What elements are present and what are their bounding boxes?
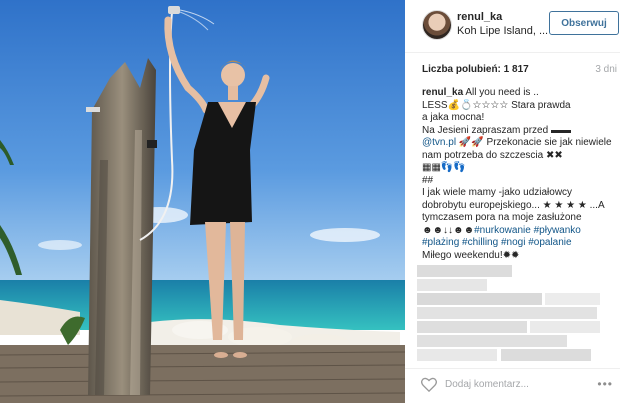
- caption-line: ##: [422, 174, 434, 186]
- likes-count[interactable]: Liczba polubień: 1 817: [422, 64, 529, 75]
- post-footer: Dodaj komentarz... •••: [405, 368, 620, 404]
- caption-line: nam potrzeba do szczescia ✖✖: [422, 149, 563, 161]
- username-link[interactable]: renul_ka: [457, 11, 502, 23]
- caption-username[interactable]: renul_ka: [422, 87, 463, 98]
- heart-outline-icon[interactable]: [421, 377, 437, 397]
- caption-line: tymczasem pora na moje zasłużone: [422, 212, 582, 223]
- hashtag-link[interactable]: #pływanko: [534, 225, 581, 236]
- post-photo[interactable]: [0, 0, 405, 403]
- more-options-icon[interactable]: •••: [597, 377, 613, 391]
- hashtag-link[interactable]: #chilling: [462, 237, 498, 248]
- hashtag-link[interactable]: #plażing: [422, 237, 459, 248]
- hashtag-link[interactable]: #nogi: [501, 237, 525, 248]
- location-link[interactable]: Koh Lipe Island, ...: [457, 25, 548, 37]
- post-header: renul_ka Koh Lipe Island, ... Obserwuj: [405, 0, 620, 53]
- post-caption: renul_ka All you need is .. LESS💰💍☆☆☆☆ S…: [422, 87, 612, 262]
- comment-input[interactable]: Dodaj komentarz...: [445, 379, 529, 390]
- caption-line: I jak wiele mamy -jako udziałowcy: [422, 187, 573, 198]
- follow-button[interactable]: Obserwuj: [549, 11, 619, 35]
- hashtag-link[interactable]: #opalanie: [528, 237, 571, 248]
- post-time[interactable]: 3 dni: [595, 64, 617, 75]
- caption-line: LESS💰💍☆☆☆☆ Stara prawda: [422, 99, 571, 111]
- caption-line: Na Jesieni zapraszam przed ▬▬: [422, 124, 571, 136]
- caption-line: All you need is ..: [465, 87, 539, 98]
- hashtag-link[interactable]: #nurkowanie: [474, 225, 531, 236]
- caption-line: dobrobytu europejskiego... ★ ★ ★ ★ ...A: [422, 199, 605, 211]
- caption-line: a jaka mocna!: [422, 112, 485, 123]
- caption-line: Miłego weekendu!✹✹: [422, 249, 520, 261]
- post-side-panel: renul_ka Koh Lipe Island, ... Obserwuj L…: [405, 0, 620, 403]
- caption-line: ▦▦👣👣: [422, 162, 466, 173]
- caption-line: 🚀🚀 Przekonacie sie jak niewiele: [458, 137, 612, 148]
- avatar[interactable]: [422, 10, 452, 40]
- mention-link[interactable]: @tvn.pl: [422, 137, 456, 148]
- blurred-comments: [417, 265, 600, 361]
- caption-emoji: ☻☻↓↓☻☻: [422, 224, 475, 236]
- beach-shower-photo: [0, 0, 405, 403]
